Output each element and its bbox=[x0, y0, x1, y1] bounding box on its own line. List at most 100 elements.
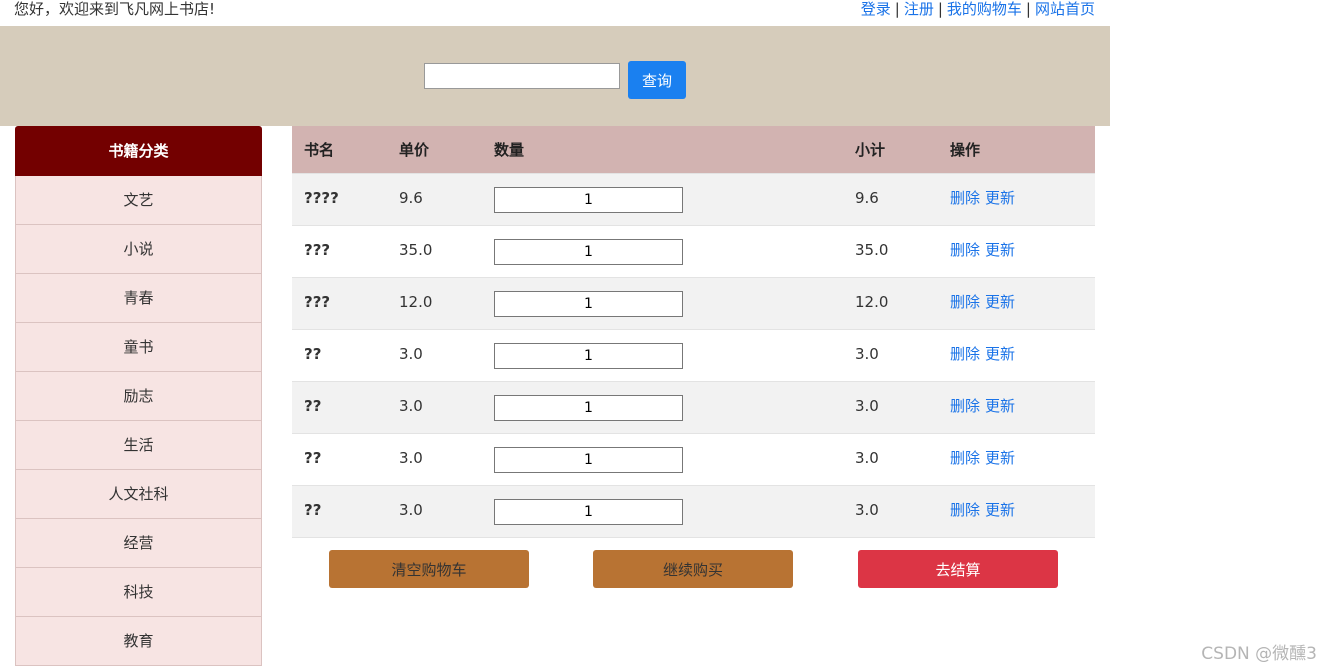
col-name-header: 书名 bbox=[304, 141, 335, 159]
ops-cell: 删除 更新 bbox=[938, 447, 1095, 468]
site-home-link[interactable]: 网站首页 bbox=[1035, 0, 1095, 18]
sidebar-item-qingchun[interactable]: 青春 bbox=[15, 274, 262, 323]
update-link[interactable]: 更新 bbox=[985, 397, 1015, 415]
col-subtotal-header: 小计 bbox=[855, 141, 886, 159]
update-link[interactable]: 更新 bbox=[985, 241, 1015, 259]
table-row: ?? 3.0 3.0 删除更新 bbox=[292, 485, 1095, 537]
checkout-button[interactable]: 去结算 bbox=[858, 550, 1058, 588]
book-price: 35.0 bbox=[399, 240, 433, 259]
delete-link[interactable]: 删除 bbox=[950, 293, 980, 311]
update-link[interactable]: 更新 bbox=[985, 293, 1015, 311]
update-link[interactable]: 更新 bbox=[985, 189, 1015, 207]
sidebar-item-jingying[interactable]: 经营 bbox=[15, 519, 262, 568]
ops-cell: 删除 更新 bbox=[938, 499, 1095, 520]
category-sidebar: 书籍分类 文艺 小说 青春 童书 励志 生活 人文社科 经营 科技 教育 bbox=[15, 126, 262, 666]
search-band: 查询 bbox=[0, 26, 1110, 126]
quantity-input[interactable] bbox=[494, 446, 683, 473]
welcome-text: 您好，欢迎来到飞凡网上书店! bbox=[14, 0, 216, 18]
book-name: ???? bbox=[304, 188, 339, 207]
subtotal: 12.0 bbox=[855, 292, 889, 311]
ops-cell: 删除 更新 bbox=[938, 291, 1095, 312]
subtotal: 3.0 bbox=[855, 448, 879, 467]
ops-cell: 删除 更新 bbox=[938, 395, 1095, 416]
qty-cell bbox=[482, 238, 843, 265]
top-bar: 您好，欢迎来到飞凡网上书店! 登录 | 注册 | 我的购物车 | 网站首页 bbox=[0, 0, 1110, 26]
qty-cell bbox=[482, 446, 843, 473]
sidebar-item-wenyi[interactable]: 文艺 bbox=[15, 176, 262, 225]
sidebar-item-shenghuo[interactable]: 生活 bbox=[15, 421, 262, 470]
book-price: 3.0 bbox=[399, 448, 423, 467]
book-price: 3.0 bbox=[399, 500, 423, 519]
delete-link[interactable]: 删除 bbox=[950, 501, 980, 519]
table-row: ??? 12.0 12.0 删除更新 bbox=[292, 277, 1095, 329]
book-name: ?? bbox=[304, 396, 322, 415]
qty-cell bbox=[482, 186, 843, 213]
book-price: 12.0 bbox=[399, 292, 433, 311]
delete-link[interactable]: 删除 bbox=[950, 397, 980, 415]
book-name: ?? bbox=[304, 500, 322, 519]
book-name: ??? bbox=[304, 292, 331, 311]
col-price-header: 单价 bbox=[399, 141, 430, 159]
table-row: ?? 3.0 3.0 删除更新 bbox=[292, 433, 1095, 485]
quantity-input[interactable] bbox=[494, 186, 683, 213]
cart-table: 书名 单价 数量 小计 操作 ???? 9.6 9.6 删除更新 ??? 35.… bbox=[292, 126, 1095, 538]
subtotal: 3.0 bbox=[855, 344, 879, 363]
ops-cell: 删除 更新 bbox=[938, 343, 1095, 364]
register-link[interactable]: 注册 bbox=[904, 0, 934, 18]
delete-link[interactable]: 删除 bbox=[950, 241, 980, 259]
table-row: ?? 3.0 3.0 删除更新 bbox=[292, 329, 1095, 381]
book-price: 3.0 bbox=[399, 344, 423, 363]
book-name: ?? bbox=[304, 448, 322, 467]
link-separator: | bbox=[894, 0, 900, 18]
top-links: 登录 | 注册 | 我的购物车 | 网站首页 bbox=[861, 0, 1095, 18]
delete-link[interactable]: 删除 bbox=[950, 449, 980, 467]
col-ops-header: 操作 bbox=[950, 141, 981, 159]
book-price: 9.6 bbox=[399, 188, 423, 207]
qty-cell bbox=[482, 342, 843, 369]
subtotal: 3.0 bbox=[855, 500, 879, 519]
table-header: 书名 单价 数量 小计 操作 bbox=[292, 126, 1095, 173]
login-link[interactable]: 登录 bbox=[861, 0, 891, 18]
sidebar-title: 书籍分类 bbox=[15, 126, 262, 176]
update-link[interactable]: 更新 bbox=[985, 449, 1015, 467]
sidebar-item-tongshu[interactable]: 童书 bbox=[15, 323, 262, 372]
ops-cell: 删除 更新 bbox=[938, 239, 1095, 260]
quantity-input[interactable] bbox=[494, 342, 683, 369]
link-separator: | bbox=[937, 0, 943, 18]
book-name: ??? bbox=[304, 240, 331, 259]
sidebar-item-renwen[interactable]: 人文社科 bbox=[15, 470, 262, 519]
book-price: 3.0 bbox=[399, 396, 423, 415]
subtotal: 3.0 bbox=[855, 396, 879, 415]
delete-link[interactable]: 删除 bbox=[950, 345, 980, 363]
subtotal: 35.0 bbox=[855, 240, 889, 259]
delete-link[interactable]: 删除 bbox=[950, 189, 980, 207]
sidebar-item-jiaoyu[interactable]: 教育 bbox=[15, 617, 262, 666]
sidebar-item-xiaoshuo[interactable]: 小说 bbox=[15, 225, 262, 274]
clear-cart-button[interactable]: 清空购物车 bbox=[329, 550, 529, 588]
quantity-input[interactable] bbox=[494, 238, 683, 265]
table-row: ???? 9.6 9.6 删除更新 bbox=[292, 173, 1095, 225]
quantity-input[interactable] bbox=[494, 498, 683, 525]
watermark: CSDN @微醺3 bbox=[1201, 644, 1317, 664]
book-name: ?? bbox=[304, 344, 322, 363]
qty-cell bbox=[482, 394, 843, 421]
continue-shopping-button[interactable]: 继续购买 bbox=[593, 550, 793, 588]
search-button[interactable]: 查询 bbox=[628, 61, 686, 99]
qty-cell bbox=[482, 498, 843, 525]
sidebar-item-keji[interactable]: 科技 bbox=[15, 568, 262, 617]
link-separator: | bbox=[1025, 0, 1031, 18]
table-bottom-border bbox=[292, 537, 1095, 538]
update-link[interactable]: 更新 bbox=[985, 345, 1015, 363]
sidebar-item-lizhi[interactable]: 励志 bbox=[15, 372, 262, 421]
my-cart-link[interactable]: 我的购物车 bbox=[947, 0, 1022, 18]
ops-cell: 删除 更新 bbox=[938, 187, 1095, 208]
search-input[interactable] bbox=[424, 63, 620, 89]
subtotal: 9.6 bbox=[855, 188, 879, 207]
col-qty-header: 数量 bbox=[494, 141, 525, 159]
cart-actions: 清空购物车 继续购买 去结算 bbox=[292, 550, 1095, 588]
quantity-input[interactable] bbox=[494, 290, 683, 317]
table-row: ??? 35.0 35.0 删除更新 bbox=[292, 225, 1095, 277]
quantity-input[interactable] bbox=[494, 394, 683, 421]
update-link[interactable]: 更新 bbox=[985, 501, 1015, 519]
table-row: ?? 3.0 3.0 删除更新 bbox=[292, 381, 1095, 433]
